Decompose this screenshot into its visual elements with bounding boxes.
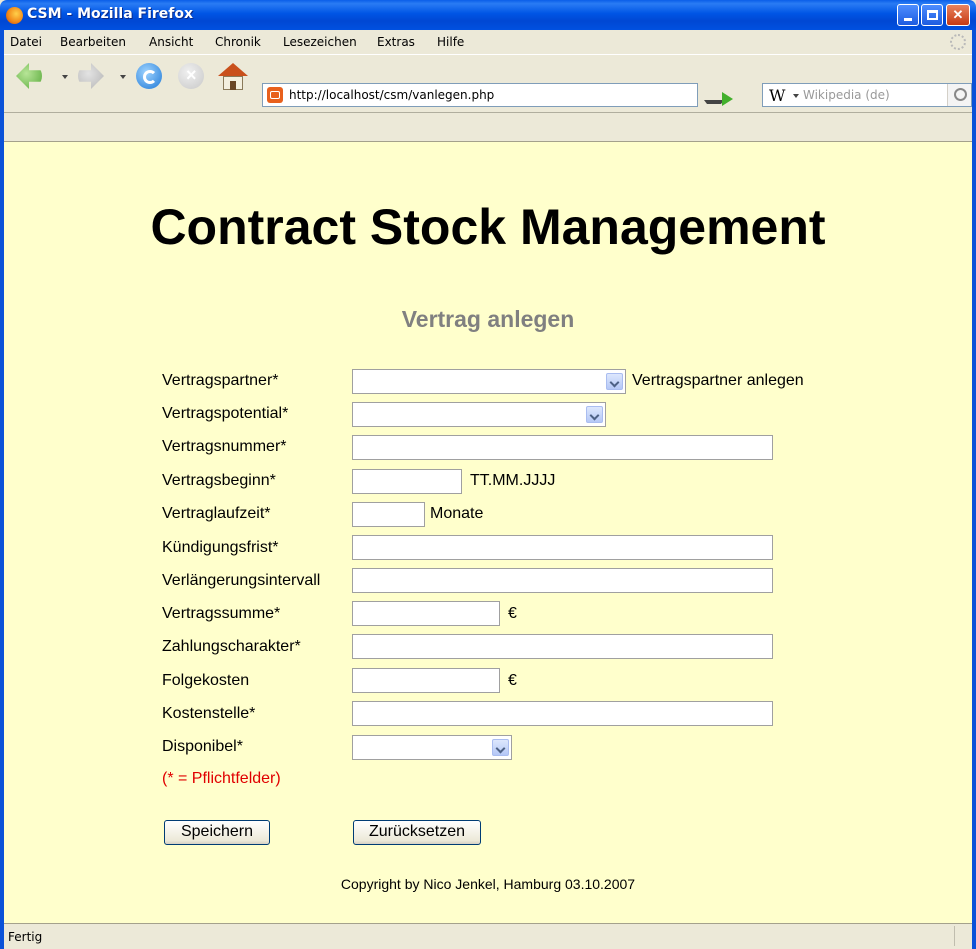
required-fields-note: (* = Pflichtfelder) bbox=[162, 770, 281, 787]
zahlungscharakter-field[interactable] bbox=[352, 634, 773, 659]
months-unit: Monate bbox=[430, 505, 484, 522]
url-bar[interactable]: http://localhost/csm/vanlegen.php bbox=[262, 83, 698, 107]
zahlungscharakter-label: Zahlungscharakter* bbox=[162, 638, 301, 655]
wikipedia-icon[interactable]: W bbox=[769, 86, 785, 105]
chevron-down-icon[interactable] bbox=[586, 406, 603, 423]
vertragssumme-field[interactable] bbox=[352, 601, 500, 626]
vertragsbeginn-label: Vertragsbeginn* bbox=[162, 472, 276, 489]
forward-button[interactable] bbox=[78, 63, 104, 89]
bookmarks-toolbar bbox=[4, 112, 972, 142]
reload-button[interactable] bbox=[136, 63, 162, 89]
vertragspartner-label: Vertragspartner* bbox=[162, 372, 279, 389]
kuendigungsfrist-field[interactable] bbox=[352, 535, 773, 560]
forward-history-dropdown-icon[interactable] bbox=[120, 75, 126, 79]
verlaengerungsintervall-label: Verlängerungsintervall bbox=[162, 572, 321, 589]
vertragspartner-select[interactable] bbox=[352, 369, 626, 394]
home-button[interactable] bbox=[218, 63, 248, 91]
menu-datei[interactable]: Datei bbox=[10, 35, 42, 49]
disponibel-select[interactable] bbox=[352, 735, 512, 760]
copyright-text: Copyright by Nico Jenkel, Hamburg 03.10.… bbox=[340, 876, 636, 892]
chevron-down-icon[interactable] bbox=[606, 373, 623, 390]
site-favicon-icon bbox=[267, 87, 283, 103]
window-title: CSM - Mozilla Firefox bbox=[27, 6, 194, 22]
home-icon bbox=[218, 63, 248, 76]
vertragssumme-label: Vertragssumme* bbox=[162, 605, 281, 622]
close-icon: ✕ bbox=[952, 7, 964, 22]
menu-ansicht[interactable]: Ansicht bbox=[149, 35, 193, 49]
menu-lesezeichen[interactable]: Lesezeichen bbox=[283, 35, 357, 49]
navigation-toolbar: http://localhost/csm/vanlegen.php W Wiki… bbox=[4, 54, 972, 107]
chevron-down-icon[interactable] bbox=[492, 739, 509, 756]
url-text[interactable]: http://localhost/csm/vanlegen.php bbox=[289, 88, 494, 102]
menu-bearbeiten[interactable]: Bearbeiten bbox=[60, 35, 126, 49]
window-frame-right bbox=[972, 30, 976, 949]
page-content: Contract Stock Management Vertrag anlege… bbox=[4, 142, 972, 923]
maximize-button[interactable] bbox=[921, 4, 943, 26]
resize-grip-icon[interactable] bbox=[954, 926, 970, 946]
go-icon[interactable] bbox=[722, 92, 733, 106]
back-history-dropdown-icon[interactable] bbox=[62, 75, 68, 79]
kostenstelle-label: Kostenstelle* bbox=[162, 705, 256, 722]
close-button[interactable]: ✕ bbox=[946, 4, 970, 26]
minimize-icon bbox=[904, 18, 912, 21]
save-button[interactable]: Speichern bbox=[164, 820, 270, 845]
menu-chronik[interactable]: Chronik bbox=[215, 35, 261, 49]
date-format-hint: TT.MM.JJJJ bbox=[470, 472, 556, 489]
vertragspotential-select[interactable] bbox=[352, 402, 606, 427]
verlaengerungsintervall-field[interactable] bbox=[352, 568, 773, 593]
minimize-button[interactable] bbox=[897, 4, 919, 26]
vertragspartner-anlegen-link[interactable]: Vertragspartner anlegen bbox=[632, 372, 804, 390]
vertragsbeginn-field[interactable] bbox=[352, 469, 462, 494]
page-title: Contract Stock Management bbox=[150, 199, 826, 255]
kostenstelle-field[interactable] bbox=[352, 701, 773, 726]
search-placeholder[interactable]: Wikipedia (de) bbox=[803, 88, 890, 102]
back-button[interactable] bbox=[16, 63, 42, 89]
maximize-icon bbox=[926, 10, 938, 20]
kuendigungsfrist-label: Kündigungsfrist* bbox=[162, 539, 279, 556]
throbber-icon bbox=[950, 34, 966, 50]
folgekosten-currency: € bbox=[508, 672, 517, 689]
firefox-icon bbox=[6, 7, 23, 24]
disponibel-label: Disponibel* bbox=[162, 738, 243, 755]
search-icon[interactable] bbox=[947, 84, 971, 106]
search-bar[interactable]: W Wikipedia (de) bbox=[762, 83, 972, 107]
folgekosten-field[interactable] bbox=[352, 668, 500, 693]
page-subtitle: Vertrag anlegen bbox=[401, 306, 575, 332]
status-text: Fertig bbox=[8, 930, 43, 944]
search-engine-dropdown-icon[interactable] bbox=[793, 94, 799, 98]
vertraglaufzeit-label: Vertraglaufzeit* bbox=[162, 505, 271, 522]
vertragspotential-label: Vertragspotential* bbox=[162, 405, 289, 422]
vertragsnummer-field[interactable] bbox=[352, 435, 773, 460]
menu-extras[interactable]: Extras bbox=[377, 35, 415, 49]
vertragssumme-currency: € bbox=[508, 605, 517, 622]
vertragsnummer-label: Vertragsnummer* bbox=[162, 438, 287, 455]
menu-bar: Datei Bearbeiten Ansicht Chronik Lesezei… bbox=[4, 30, 972, 54]
vertraglaufzeit-field[interactable] bbox=[352, 502, 425, 527]
status-bar: Fertig bbox=[4, 923, 972, 949]
reset-button[interactable]: Zurücksetzen bbox=[353, 820, 481, 845]
stop-button[interactable] bbox=[178, 63, 204, 89]
window-titlebar[interactable]: CSM - Mozilla Firefox ✕ bbox=[0, 0, 976, 30]
folgekosten-label: Folgekosten bbox=[162, 672, 250, 689]
menu-hilfe[interactable]: Hilfe bbox=[437, 35, 464, 49]
